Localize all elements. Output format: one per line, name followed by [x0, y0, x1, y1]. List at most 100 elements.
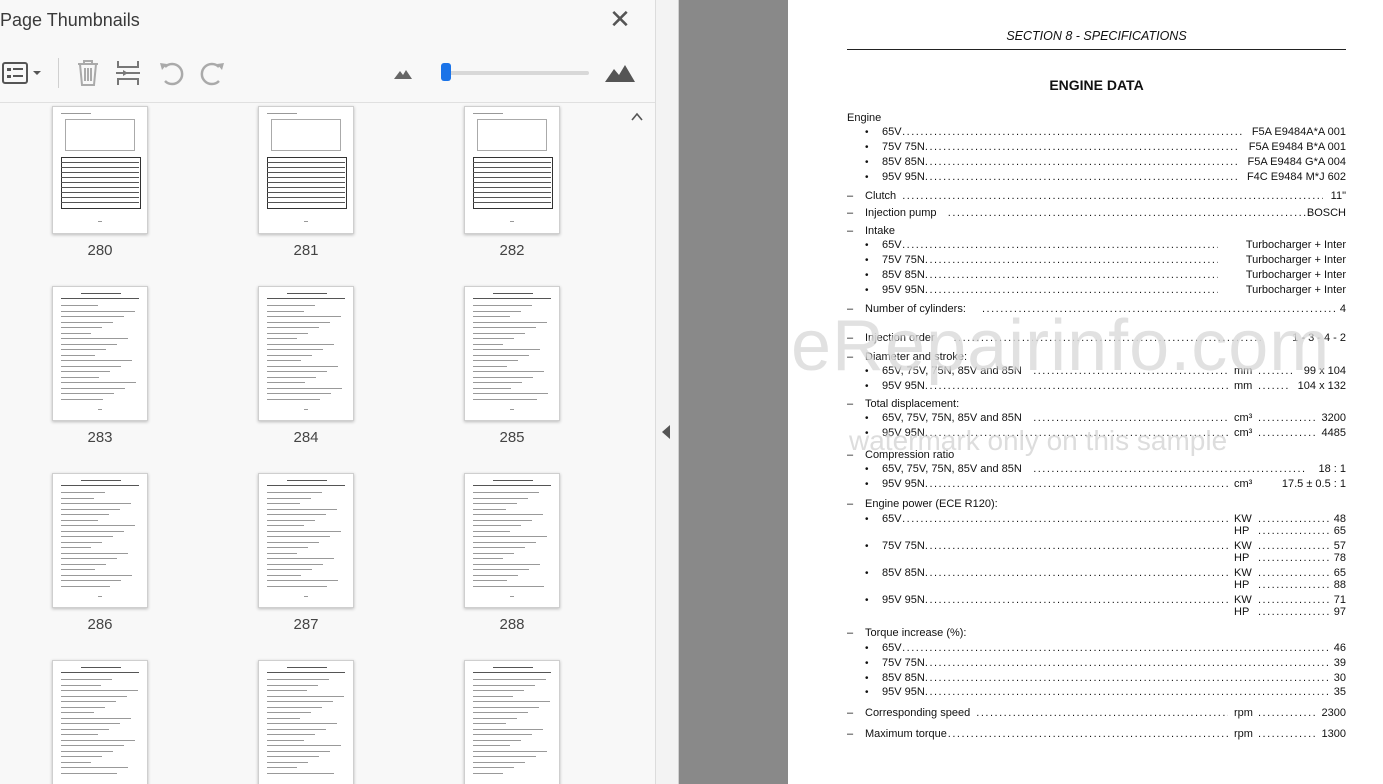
collapse-panel-arrow-icon[interactable]	[662, 425, 670, 439]
dash-marker: –	[847, 225, 854, 237]
dot-leader: ........................................…	[1258, 579, 1330, 591]
bullet-marker: •	[865, 658, 869, 669]
spec-row: HP......................................…	[847, 578, 1346, 593]
bullet-marker: •	[865, 413, 869, 424]
large-mountain-icon	[605, 65, 635, 82]
dash-marker: –	[847, 190, 854, 202]
thumbnail-list[interactable]: 280 281 282 283 284 285 286 287 288	[0, 104, 626, 784]
spec-label: 65V, 75V, 75N, 85V and 85N	[882, 412, 1022, 424]
spec-value: 4	[1339, 303, 1346, 315]
spec-value: F5A E9484 G*A 004	[1247, 156, 1346, 168]
spec-label: 95V 95N	[882, 478, 925, 490]
spec-label: 85V 85N	[882, 156, 925, 168]
thumbnail-image	[464, 473, 560, 608]
spec-unit: cm³	[1234, 412, 1253, 424]
spec-label: Intake	[865, 225, 895, 237]
spec-label: 95V 95N	[882, 171, 925, 183]
spec-value: 78	[1333, 552, 1346, 564]
spec-label: Torque increase (%):	[865, 627, 967, 639]
dot-leader: ........................................…	[947, 728, 1228, 740]
bullet-marker: •	[865, 142, 869, 153]
spec-value: 39	[1333, 657, 1346, 669]
dot-leader: ........................................…	[924, 686, 1330, 698]
spec-row: • 75V 75N................................…	[847, 140, 1346, 155]
spec-value: F4C E9484 M*J 602	[1246, 171, 1346, 183]
spec-value: 4485	[1321, 427, 1346, 439]
dash-marker: –	[847, 707, 854, 719]
spec-unit: HP	[1234, 606, 1250, 618]
rotate-clockwise-icon	[200, 62, 224, 86]
spec-value: 65	[1333, 525, 1346, 537]
spec-label: Engine	[847, 112, 882, 124]
spec-row: – Maximum torque rpm......................…	[847, 727, 1346, 742]
dot-leader: ........................................…	[1258, 606, 1330, 618]
dot-leader: ........................................…	[1258, 728, 1318, 740]
dot-leader: ........................................…	[924, 657, 1330, 669]
scroll-up-arrow-icon[interactable]	[630, 110, 644, 124]
dash-marker: –	[847, 498, 854, 510]
thumbnail-page-number: 286	[87, 616, 113, 633]
thumbnail-page-number: 285	[499, 429, 525, 446]
spec-label: Maximum torque	[865, 728, 947, 740]
spec-label: 85V 85N	[882, 269, 925, 281]
spec-unit: cm³	[1234, 478, 1253, 490]
spec-value: 17.5 ± 0.5 : 1	[1281, 478, 1346, 490]
spec-row: – Clutch.................................…	[847, 189, 1346, 204]
spec-label: 75V 75N	[882, 254, 925, 266]
spec-label: Total displacement:	[865, 398, 960, 410]
rotate-clockwise-button[interactable]	[198, 58, 228, 88]
vertical-scrollbar[interactable]	[626, 104, 648, 784]
dash-marker: –	[847, 627, 854, 639]
insert-pages-button[interactable]	[114, 58, 142, 88]
bullet-marker: •	[865, 643, 869, 654]
thumbnail-options-button[interactable]	[2, 58, 44, 88]
toolbar-separator	[58, 58, 59, 88]
spec-value: F5A E9484 B*A 001	[1248, 141, 1346, 153]
dash-marker: –	[847, 728, 854, 740]
trash-icon	[78, 60, 98, 86]
thumbnail-page-number: 280	[87, 242, 113, 259]
spec-row: • 75V 75N................................…	[847, 253, 1346, 268]
thumbnail-page-number: 287	[293, 616, 319, 633]
spec-row: HP......................................…	[847, 605, 1346, 620]
toolbar-divider	[0, 102, 655, 103]
spec-row: – Torque increase (%):	[847, 626, 1346, 641]
spec-value: F5A E9484A*A 001	[1251, 126, 1346, 138]
thumbnail-image	[52, 106, 148, 234]
spec-row: • 75V 75N................................…	[847, 656, 1346, 671]
delete-pages-button[interactable]	[74, 58, 102, 88]
thumbnail-size-slider-track[interactable]	[442, 71, 589, 75]
panel-splitter[interactable]	[656, 0, 679, 784]
close-icon: ✕	[609, 4, 631, 34]
dot-leader: ........................................…	[1258, 427, 1318, 439]
spec-label: 65V	[882, 126, 902, 138]
page-title: ENGINE DATA	[1049, 77, 1144, 93]
dot-leader: ........................................…	[924, 254, 1218, 266]
dot-leader: ........................................…	[924, 672, 1330, 684]
rotate-counterclockwise-button[interactable]	[156, 58, 186, 88]
spec-row: • 65V, 75V, 75N, 85V and 85N cm³..........…	[847, 411, 1346, 426]
dot-leader: ........................................…	[1258, 707, 1318, 719]
bullet-marker: •	[865, 687, 869, 698]
spec-label: Clutch	[865, 190, 897, 202]
spec-value: Turbocharger + Inter	[1245, 254, 1346, 266]
zoom-out-thumbnails-button[interactable]	[392, 58, 414, 88]
thumbnail-page-number: 283	[87, 429, 113, 446]
small-mountain-icon	[394, 70, 412, 79]
spec-row: HP......................................…	[847, 524, 1346, 539]
spec-label: 95V 95N	[882, 686, 925, 698]
thumbnail-image	[258, 106, 354, 234]
thumbnail-image	[464, 286, 560, 421]
spec-row: • 95V 95N................................…	[847, 685, 1346, 700]
thumbnail-size-slider-handle[interactable]	[441, 63, 452, 81]
dot-leader: ........................................…	[924, 156, 1237, 168]
zoom-in-thumbnails-button[interactable]	[604, 58, 636, 88]
spec-row: • 65V, 75V, 75N, 85V and 85N.............…	[847, 462, 1346, 477]
bullet-marker: •	[865, 157, 869, 168]
spec-value: Turbocharger + Inter	[1245, 269, 1346, 281]
dash-marker: –	[847, 398, 854, 410]
close-panel-button[interactable]: ✕	[608, 6, 632, 32]
spec-row: – Injection pump.........................…	[847, 206, 1346, 221]
thumbnail-image	[464, 660, 560, 784]
rotate-counterclockwise-icon	[160, 62, 184, 86]
